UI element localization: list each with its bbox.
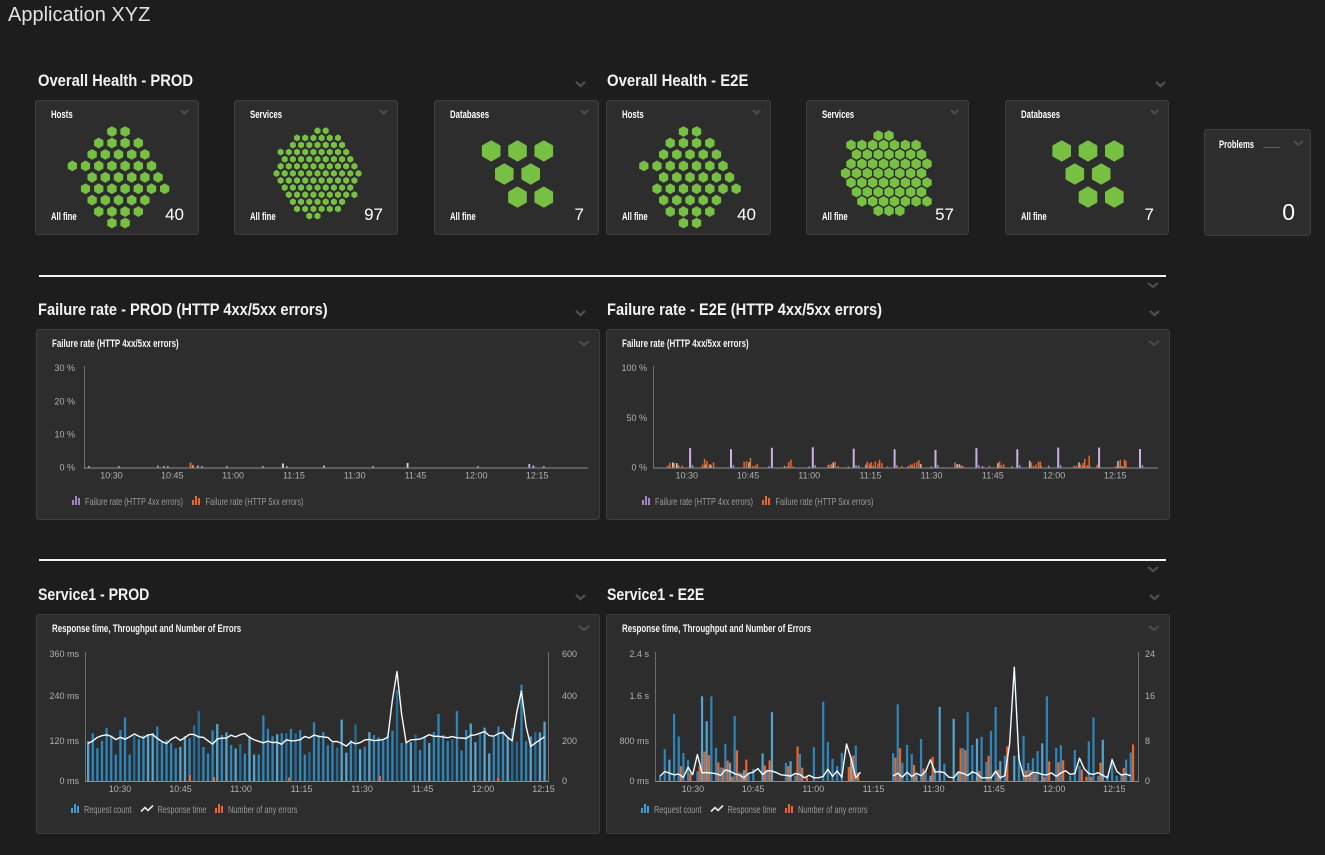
svg-text:12:15: 12:15 [532,784,555,794]
svg-text:10:45: 10:45 [737,471,760,481]
svg-text:10:45: 10:45 [742,784,765,794]
svg-text:10:30: 10:30 [100,471,123,481]
svg-text:10:30: 10:30 [676,471,699,481]
svg-text:Number of any errors: Number of any errors [798,804,868,816]
svg-text:240 ms: 240 ms [49,691,79,701]
svg-text:600: 600 [562,649,577,659]
svg-text:0: 0 [1145,776,1150,786]
svg-text:11:15: 11:15 [859,471,881,481]
svg-text:800 ms: 800 ms [619,736,649,746]
svg-text:11:45: 11:45 [983,784,1005,794]
svg-text:20 %: 20 % [54,397,75,407]
svg-text:0 ms: 0 ms [629,776,649,786]
svg-text:24: 24 [1145,649,1155,659]
svg-text:50 %: 50 % [626,413,647,423]
svg-text:11:30: 11:30 [344,471,366,481]
svg-text:0 ms: 0 ms [59,776,79,786]
svg-text:120 ms: 120 ms [49,736,79,746]
svg-text:Failure rate (HTTP 4xx errors): Failure rate (HTTP 4xx errors) [85,496,183,508]
svg-text:11:15: 11:15 [863,784,885,794]
svg-text:Request count: Request count [654,804,702,816]
svg-text:10:30: 10:30 [682,784,705,794]
svg-text:10:30: 10:30 [109,784,132,794]
svg-text:1.6 s: 1.6 s [629,691,649,701]
svg-text:360 ms: 360 ms [49,649,79,659]
svg-text:10:45: 10:45 [161,471,184,481]
svg-text:12:00: 12:00 [472,784,495,794]
svg-text:Failure rate (HTTP 5xx errors): Failure rate (HTTP 5xx errors) [776,496,874,508]
svg-text:Response time: Response time [728,804,777,816]
svg-text:8: 8 [1145,736,1150,746]
svg-text:11:30: 11:30 [921,471,943,481]
svg-text:12:15: 12:15 [1103,784,1126,794]
svg-text:10:45: 10:45 [169,784,192,794]
svg-text:12:00: 12:00 [1043,471,1066,481]
svg-text:11:45: 11:45 [405,471,427,481]
svg-text:11:00: 11:00 [802,784,824,794]
svg-text:12:15: 12:15 [1104,471,1127,481]
svg-text:12:15: 12:15 [526,471,549,481]
svg-text:Response time: Response time [158,804,207,816]
svg-text:Number of any errors: Number of any errors [228,804,298,816]
svg-text:Failure rate (HTTP 4xx errors): Failure rate (HTTP 4xx errors) [655,496,753,508]
svg-text:2.4 s: 2.4 s [629,649,649,659]
svg-text:16: 16 [1145,691,1155,701]
svg-text:11:00: 11:00 [230,784,252,794]
svg-text:11:45: 11:45 [412,784,434,794]
svg-text:12:00: 12:00 [1043,784,1066,794]
svg-text:11:30: 11:30 [923,784,945,794]
svg-text:11:00: 11:00 [222,471,244,481]
svg-text:Request count: Request count [84,804,132,816]
svg-text:100 %: 100 % [621,363,647,373]
svg-text:12:00: 12:00 [465,471,488,481]
svg-text:0 %: 0 % [631,463,647,473]
svg-text:0: 0 [562,776,567,786]
svg-text:200: 200 [562,736,577,746]
svg-text:11:00: 11:00 [798,471,820,481]
svg-text:11:30: 11:30 [351,784,373,794]
svg-text:11:45: 11:45 [982,471,1004,481]
svg-text:Failure rate (HTTP 5xx errors): Failure rate (HTTP 5xx errors) [206,496,304,508]
svg-text:400: 400 [562,691,577,701]
svg-text:0 %: 0 % [59,463,75,473]
svg-text:11:15: 11:15 [291,784,313,794]
svg-text:11:15: 11:15 [283,471,305,481]
svg-text:10 %: 10 % [54,430,75,440]
svg-text:30 %: 30 % [54,363,75,373]
